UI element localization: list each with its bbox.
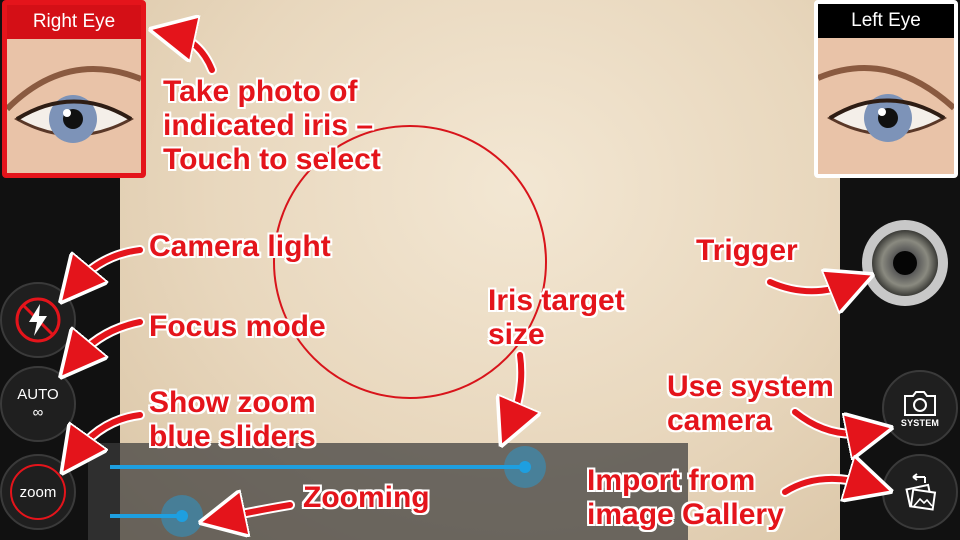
annotation-camera-light: Camera light [149, 230, 331, 263]
annotation-arrows [0, 0, 960, 540]
annotation-focus-mode: Focus mode [149, 310, 326, 343]
annotation-take-photo: Take photo of indicated iris – Touch to … [163, 75, 381, 176]
annotation-import-gallery: Import from image Gallery [587, 464, 784, 531]
annotation-zooming: Zooming [303, 481, 430, 514]
annotation-use-system: Use system camera [667, 370, 834, 437]
annotation-show-zoom: Show zoom blue sliders [149, 386, 316, 453]
annotation-trigger: Trigger [696, 234, 798, 267]
annotation-iris-target: Iris target size [488, 284, 625, 351]
